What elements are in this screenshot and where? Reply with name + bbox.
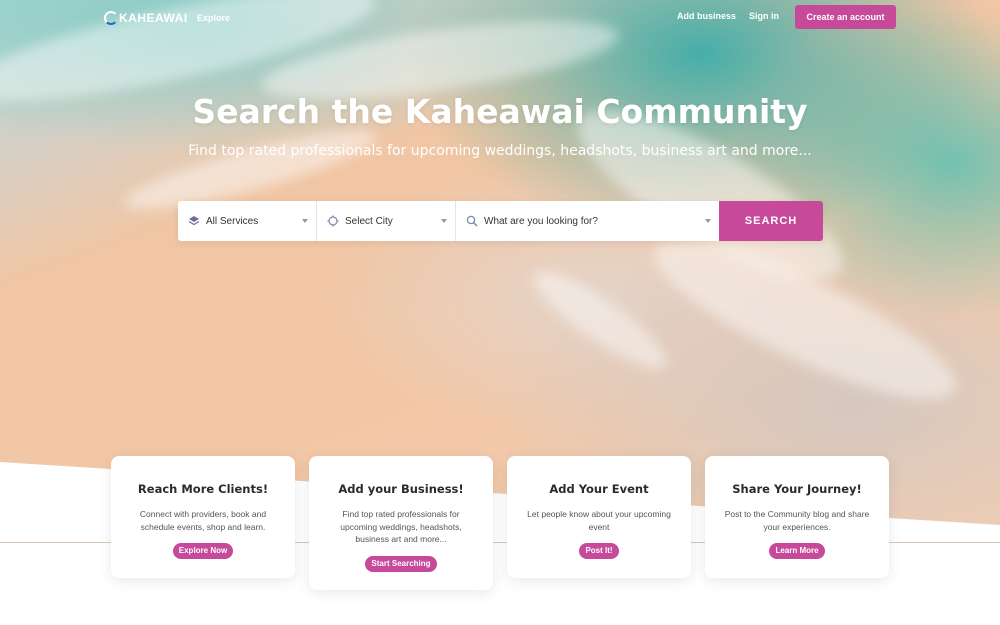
- hero-subtitle: Find top rated professionals for upcomin…: [188, 143, 812, 159]
- logo[interactable]: KAHEAWAI: [104, 11, 188, 25]
- logo-mark-icon: [104, 11, 118, 25]
- nav-add-business-link[interactable]: Add business: [677, 11, 736, 21]
- city-value: Select City: [345, 215, 393, 227]
- chevron-down-icon[interactable]: [705, 219, 711, 223]
- top-navigation: KAHEAWAI Explore Add business Sign in Cr…: [0, 0, 1000, 36]
- location-icon: [327, 215, 339, 227]
- post-it-button[interactable]: Post It!: [579, 543, 619, 559]
- search-button[interactable]: SEARCH: [719, 201, 823, 241]
- search-bar: All Services Select City SEARCH: [178, 201, 823, 241]
- search-icon: [466, 215, 478, 227]
- card-title: Reach More Clients!: [137, 482, 269, 496]
- card-reach-clients: Reach More Clients! Connect with provide…: [111, 456, 295, 578]
- learn-more-button[interactable]: Learn More: [769, 543, 825, 559]
- explore-now-button[interactable]: Explore Now: [172, 543, 234, 559]
- services-value: All Services: [206, 215, 259, 227]
- nav-explore-link[interactable]: Explore: [197, 13, 230, 23]
- card-text: Let people know about your upcoming even…: [527, 509, 671, 532]
- start-searching-button[interactable]: Start Searching: [365, 555, 437, 572]
- card-add-event: Add Your Event Let people know about you…: [507, 456, 691, 578]
- services-dropdown[interactable]: All Services: [178, 201, 317, 241]
- city-dropdown[interactable]: Select City: [317, 201, 456, 241]
- layers-icon: [188, 216, 200, 226]
- card-text: Post to the Community blog and share you…: [724, 509, 870, 532]
- logo-text: KAHEAWAI: [119, 11, 188, 25]
- nav-sign-in-link[interactable]: Sign in: [749, 11, 779, 21]
- search-input[interactable]: [484, 215, 684, 227]
- card-title: Add Your Event: [549, 482, 649, 496]
- card-title: Add your Business!: [338, 482, 464, 496]
- card-text: Connect with providers, book and schedul…: [139, 509, 267, 532]
- hero-title: Search the Kaheawai Community: [192, 92, 808, 131]
- chevron-down-icon: [441, 219, 447, 223]
- create-account-button[interactable]: Create an account: [795, 5, 896, 29]
- card-text: Find top rated professionals for upcomin…: [340, 509, 462, 544]
- card-share-journey: Share Your Journey! Post to the Communit…: [705, 456, 889, 578]
- card-title: Share Your Journey!: [732, 482, 862, 496]
- chevron-down-icon: [302, 219, 308, 223]
- card-add-business: Add your Business! Find top rated profes…: [309, 456, 493, 590]
- query-field: [456, 201, 719, 241]
